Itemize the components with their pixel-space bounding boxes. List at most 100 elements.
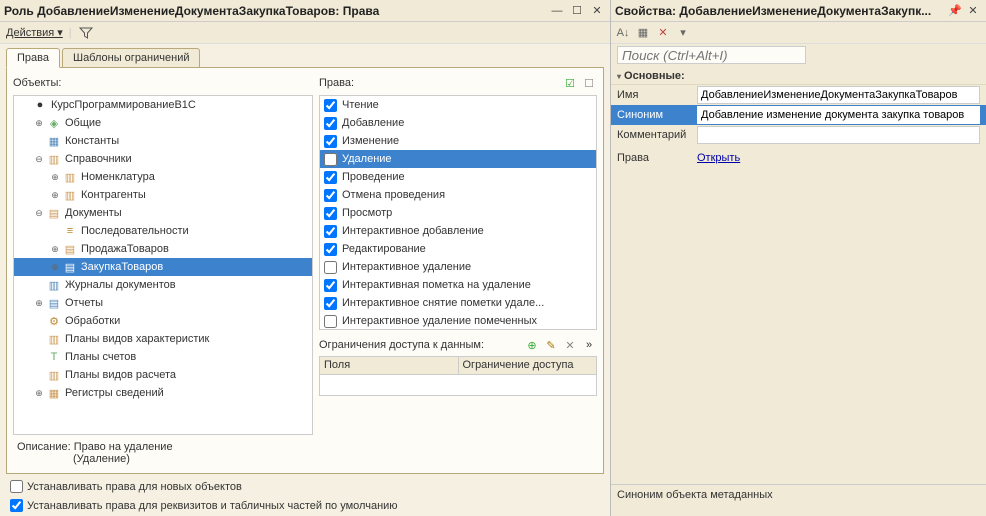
common-icon: ◈ bbox=[46, 116, 62, 130]
setting-defaults[interactable]: Устанавливать права для реквизитов и таб… bbox=[6, 497, 610, 514]
actions-menu[interactable]: Действия ▾ bbox=[6, 26, 63, 39]
prop-rights: Права Открыть bbox=[611, 151, 986, 165]
right-interactive-delete[interactable]: Интерактивное удаление bbox=[320, 258, 596, 276]
edit-restriction-icon[interactable]: ✎ bbox=[543, 337, 559, 353]
filter-icon[interactable] bbox=[78, 25, 94, 41]
constants-icon: ▦ bbox=[46, 134, 62, 148]
titlebar: Роль ДобавлениеИзменениеДокументаЗакупка… bbox=[0, 0, 610, 22]
window-buttons: — ☐ ✕ bbox=[548, 3, 606, 19]
tab-templates[interactable]: Шаблоны ограничений bbox=[62, 48, 201, 68]
prop-comment: Комментарий bbox=[611, 125, 986, 145]
tree-journals[interactable]: ▥Журналы документов bbox=[14, 276, 312, 294]
catalogs-icon: ▥ bbox=[46, 152, 62, 166]
tree-constants[interactable]: ▦Константы bbox=[14, 132, 312, 150]
restrictions-header: Ограничения доступа к данным: ⊕ ✎ ✕ » bbox=[319, 336, 597, 354]
catalog-item-icon: ▥ bbox=[62, 188, 78, 202]
add-restriction-icon[interactable]: ⊕ bbox=[524, 337, 540, 353]
prop-comment-input[interactable] bbox=[697, 126, 980, 144]
role-editor-window: Роль ДобавлениеИзменениеДокументаЗакупка… bbox=[0, 0, 611, 516]
tree-registers[interactable]: ⊕▦Регистры сведений bbox=[14, 384, 312, 402]
fields-column-header[interactable]: Поля bbox=[320, 357, 459, 375]
uncheck-all-icon[interactable]: ☐ bbox=[581, 75, 597, 91]
setting-new-objects[interactable]: Устанавливать права для новых объектов bbox=[6, 478, 610, 495]
tab-rights[interactable]: Права bbox=[6, 48, 60, 68]
status-text: Синоним объекта метаданных bbox=[617, 489, 773, 501]
tree-common[interactable]: ⊕◈Общие bbox=[14, 114, 312, 132]
prop-name: Имя bbox=[611, 85, 986, 105]
rights-column: Права: ☑ ☐ Чтение Добавление Изменение У… bbox=[319, 74, 597, 435]
config-icon: ● bbox=[32, 98, 48, 112]
app-root: Роль ДобавлениеИзменениеДокументаЗакупка… bbox=[0, 0, 986, 516]
objects-column: Объекты: ●КурсПрограммированиеВ1С ⊕◈Общи… bbox=[13, 74, 313, 435]
properties-search[interactable] bbox=[617, 46, 806, 64]
tree-catalogs[interactable]: ⊖▥Справочники bbox=[14, 150, 312, 168]
tree-root[interactable]: ●КурсПрограммированиеВ1С bbox=[14, 96, 312, 114]
prop-synonym-input[interactable] bbox=[697, 106, 980, 124]
defaults-checkbox[interactable] bbox=[10, 499, 23, 512]
tree-processing[interactable]: ⚙Обработки bbox=[14, 312, 312, 330]
delete-restriction-icon[interactable]: ✕ bbox=[562, 337, 578, 353]
right-interactive-delete-marked[interactable]: Интерактивное удаление помеченных bbox=[320, 312, 596, 330]
right-view[interactable]: Просмотр bbox=[320, 204, 596, 222]
right-edit[interactable]: Редактирование bbox=[320, 240, 596, 258]
sort-az-icon[interactable]: A↓ bbox=[615, 25, 631, 41]
minimize-button[interactable]: — bbox=[548, 3, 566, 19]
tree-doc-sales[interactable]: ⊕▤ПродажаТоваров bbox=[14, 240, 312, 258]
rights-list[interactable]: Чтение Добавление Изменение Удаление Про… bbox=[319, 95, 597, 330]
right-change[interactable]: Изменение bbox=[320, 132, 596, 150]
right-delete[interactable]: Удаление bbox=[320, 150, 596, 168]
right-interactive-add[interactable]: Интерактивное добавление bbox=[320, 222, 596, 240]
document-item-icon: ▤ bbox=[62, 260, 78, 274]
pin-icon[interactable]: 📌 bbox=[946, 3, 964, 19]
restrictions-grid[interactable]: Поля Ограничение доступа bbox=[319, 356, 597, 396]
restrictions-label: Ограничения доступа к данным: bbox=[319, 339, 484, 351]
right-posting[interactable]: Проведение bbox=[320, 168, 596, 186]
tree-catalog-contractors[interactable]: ⊕▥Контрагенты bbox=[14, 186, 312, 204]
sequences-icon: ≡ bbox=[62, 224, 78, 238]
maximize-button[interactable]: ☐ bbox=[568, 3, 586, 19]
prop-name-input[interactable] bbox=[697, 86, 980, 104]
journals-icon: ▥ bbox=[46, 278, 62, 292]
section-main[interactable]: Основные: bbox=[611, 66, 986, 85]
chevron-down-icon[interactable]: ▾ bbox=[675, 25, 691, 41]
prop-synonym: Синоним bbox=[611, 105, 986, 125]
restriction-column-header[interactable]: Ограничение доступа bbox=[459, 357, 597, 375]
tree-pcc[interactable]: ▥Планы видов характеристик bbox=[14, 330, 312, 348]
close-button[interactable]: ✕ bbox=[588, 3, 606, 19]
open-rights-link[interactable]: Открыть bbox=[697, 152, 740, 164]
properties-toolbar: A↓ ▦ ✕ ▾ bbox=[611, 22, 986, 44]
tree-doc-sequences[interactable]: ≡Последовательности bbox=[14, 222, 312, 240]
registers-icon: ▦ bbox=[46, 386, 62, 400]
rights-header: Права: ☑ ☐ bbox=[319, 74, 597, 92]
prop-synonym-label: Синоним bbox=[617, 109, 693, 121]
right-unposting[interactable]: Отмена проведения bbox=[320, 186, 596, 204]
processing-icon: ⚙ bbox=[46, 314, 62, 328]
more-icon[interactable]: » bbox=[581, 337, 597, 353]
right-interactive-mark[interactable]: Интерактивная пометка на удаление bbox=[320, 276, 596, 294]
catalog-item-icon: ▥ bbox=[62, 170, 78, 184]
tree-reports[interactable]: ⊕▤Отчеты bbox=[14, 294, 312, 312]
right-interactive-unmark[interactable]: Интерактивное снятие пометки удале... bbox=[320, 294, 596, 312]
rights-label: Права: bbox=[319, 77, 354, 89]
description-label: Описание: bbox=[17, 441, 71, 453]
tab-body: Объекты: ●КурсПрограммированиеВ1С ⊕◈Общи… bbox=[6, 67, 604, 474]
tree-catalog-nomenclature[interactable]: ⊕▥Номенклатура bbox=[14, 168, 312, 186]
right-add[interactable]: Добавление bbox=[320, 114, 596, 132]
reports-icon: ▤ bbox=[46, 296, 62, 310]
tree-pvr[interactable]: ▥Планы видов расчета bbox=[14, 366, 312, 384]
properties-panel: Свойства: ДобавлениеИзменениеДокументаЗа… bbox=[611, 0, 986, 516]
properties-close-icon[interactable]: ✕ bbox=[964, 3, 982, 19]
expand-icon[interactable]: ✕ bbox=[655, 25, 671, 41]
right-read[interactable]: Чтение bbox=[320, 96, 596, 114]
tree-documents[interactable]: ⊖▤Документы bbox=[14, 204, 312, 222]
categorize-icon[interactable]: ▦ bbox=[635, 25, 651, 41]
new-objects-checkbox[interactable] bbox=[10, 480, 23, 493]
check-all-icon[interactable]: ☑ bbox=[562, 75, 578, 91]
tree-doc-purchase[interactable]: ⊕▤ЗакупкаТоваров bbox=[14, 258, 312, 276]
tree-accounts[interactable]: TПланы счетов bbox=[14, 348, 312, 366]
status-bar: Синоним объекта метаданных bbox=[611, 484, 986, 516]
pvr-icon: ▥ bbox=[46, 368, 62, 382]
actions-bar: Действия ▾ | bbox=[0, 22, 610, 44]
objects-tree[interactable]: ●КурсПрограммированиеВ1С ⊕◈Общие ▦Конста… bbox=[13, 95, 313, 435]
prop-name-label: Имя bbox=[617, 89, 693, 101]
